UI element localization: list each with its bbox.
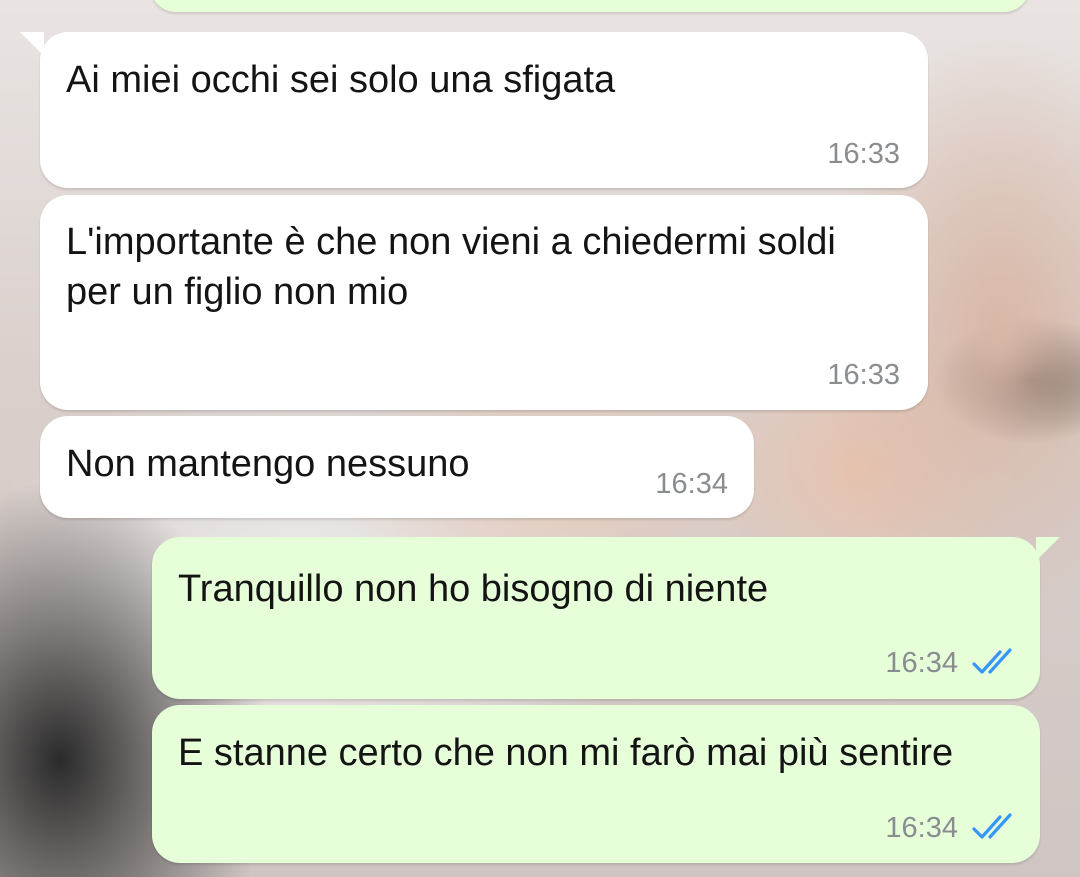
message-text: Non mantengo nessuno	[66, 443, 470, 485]
message-time: 16:34	[655, 468, 728, 500]
previous-message-bubble[interactable]	[150, 0, 1030, 12]
incoming-message[interactable]: Ai miei occhi sei solo una sfigata 16:33	[40, 32, 928, 188]
outgoing-message[interactable]: E stanne certo che non mi farò mai più s…	[152, 705, 1040, 863]
double-check-icon	[972, 648, 1012, 674]
message-time: 16:33	[827, 138, 900, 170]
message-text: L'importante è che non vieni a chiedermi…	[66, 221, 847, 313]
message-text: Ai miei occhi sei solo una sfigata	[66, 59, 616, 101]
incoming-message[interactable]: L'importante è che non vieni a chiedermi…	[40, 195, 928, 410]
message-text: Tranquillo non ho bisogno di niente	[178, 568, 769, 610]
message-time: 16:34	[885, 647, 958, 679]
message-time: 16:34	[885, 812, 958, 844]
message-text: E stanne certo che non mi farò mai più s…	[178, 732, 954, 774]
outgoing-message[interactable]: Tranquillo non ho bisogno di niente 16:3…	[152, 537, 1040, 699]
bubble-tail	[1036, 537, 1060, 561]
incoming-message[interactable]: Non mantengo nessuno 16:34	[40, 416, 754, 518]
double-check-icon	[972, 813, 1012, 839]
message-time: 16:33	[827, 359, 900, 391]
